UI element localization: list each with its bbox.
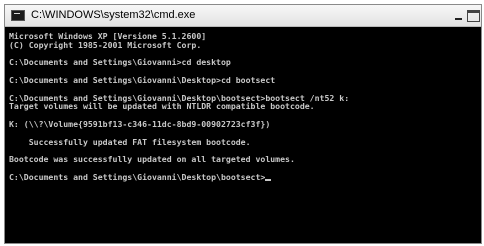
console-prompt-line[interactable]: C:\Documents and Settings\Giovanni\Deskt… [9, 171, 481, 182]
text-cursor [265, 178, 272, 181]
console-line: Successfully updated FAT filesystem boot… [9, 136, 251, 147]
console-output[interactable]: Microsoft Windows XP [Versione 5.1.2600]… [5, 27, 481, 243]
window-title: C:\WINDOWS\system32\cmd.exe [31, 9, 196, 21]
cmd-window: C:\WINDOWS\system32\cmd.exe Microsoft Wi… [4, 4, 482, 244]
console-line: Bootcode was successfully updated on all… [9, 154, 295, 165]
maximize-icon[interactable] [467, 10, 480, 22]
console-line: C:\Documents and Settings\Giovanni\Deskt… [9, 74, 276, 85]
title-bar[interactable]: C:\WINDOWS\system32\cmd.exe [5, 5, 481, 27]
console-prompt: C:\Documents and Settings\Giovanni\Deskt… [9, 171, 266, 182]
console-line: K: (\\?\Volume{9591bf13-c346-11dc-8bd9-0… [9, 118, 271, 129]
console-line: (C) Copyright 1985-2001 Microsoft Corp. [9, 39, 202, 50]
console-line: Target volumes will be updated with NTLD… [9, 101, 315, 112]
console-line: C:\Documents and Settings\Giovanni>cd de… [9, 57, 231, 68]
console-app-icon[interactable] [11, 10, 25, 21]
minimize-icon[interactable] [453, 8, 466, 23]
